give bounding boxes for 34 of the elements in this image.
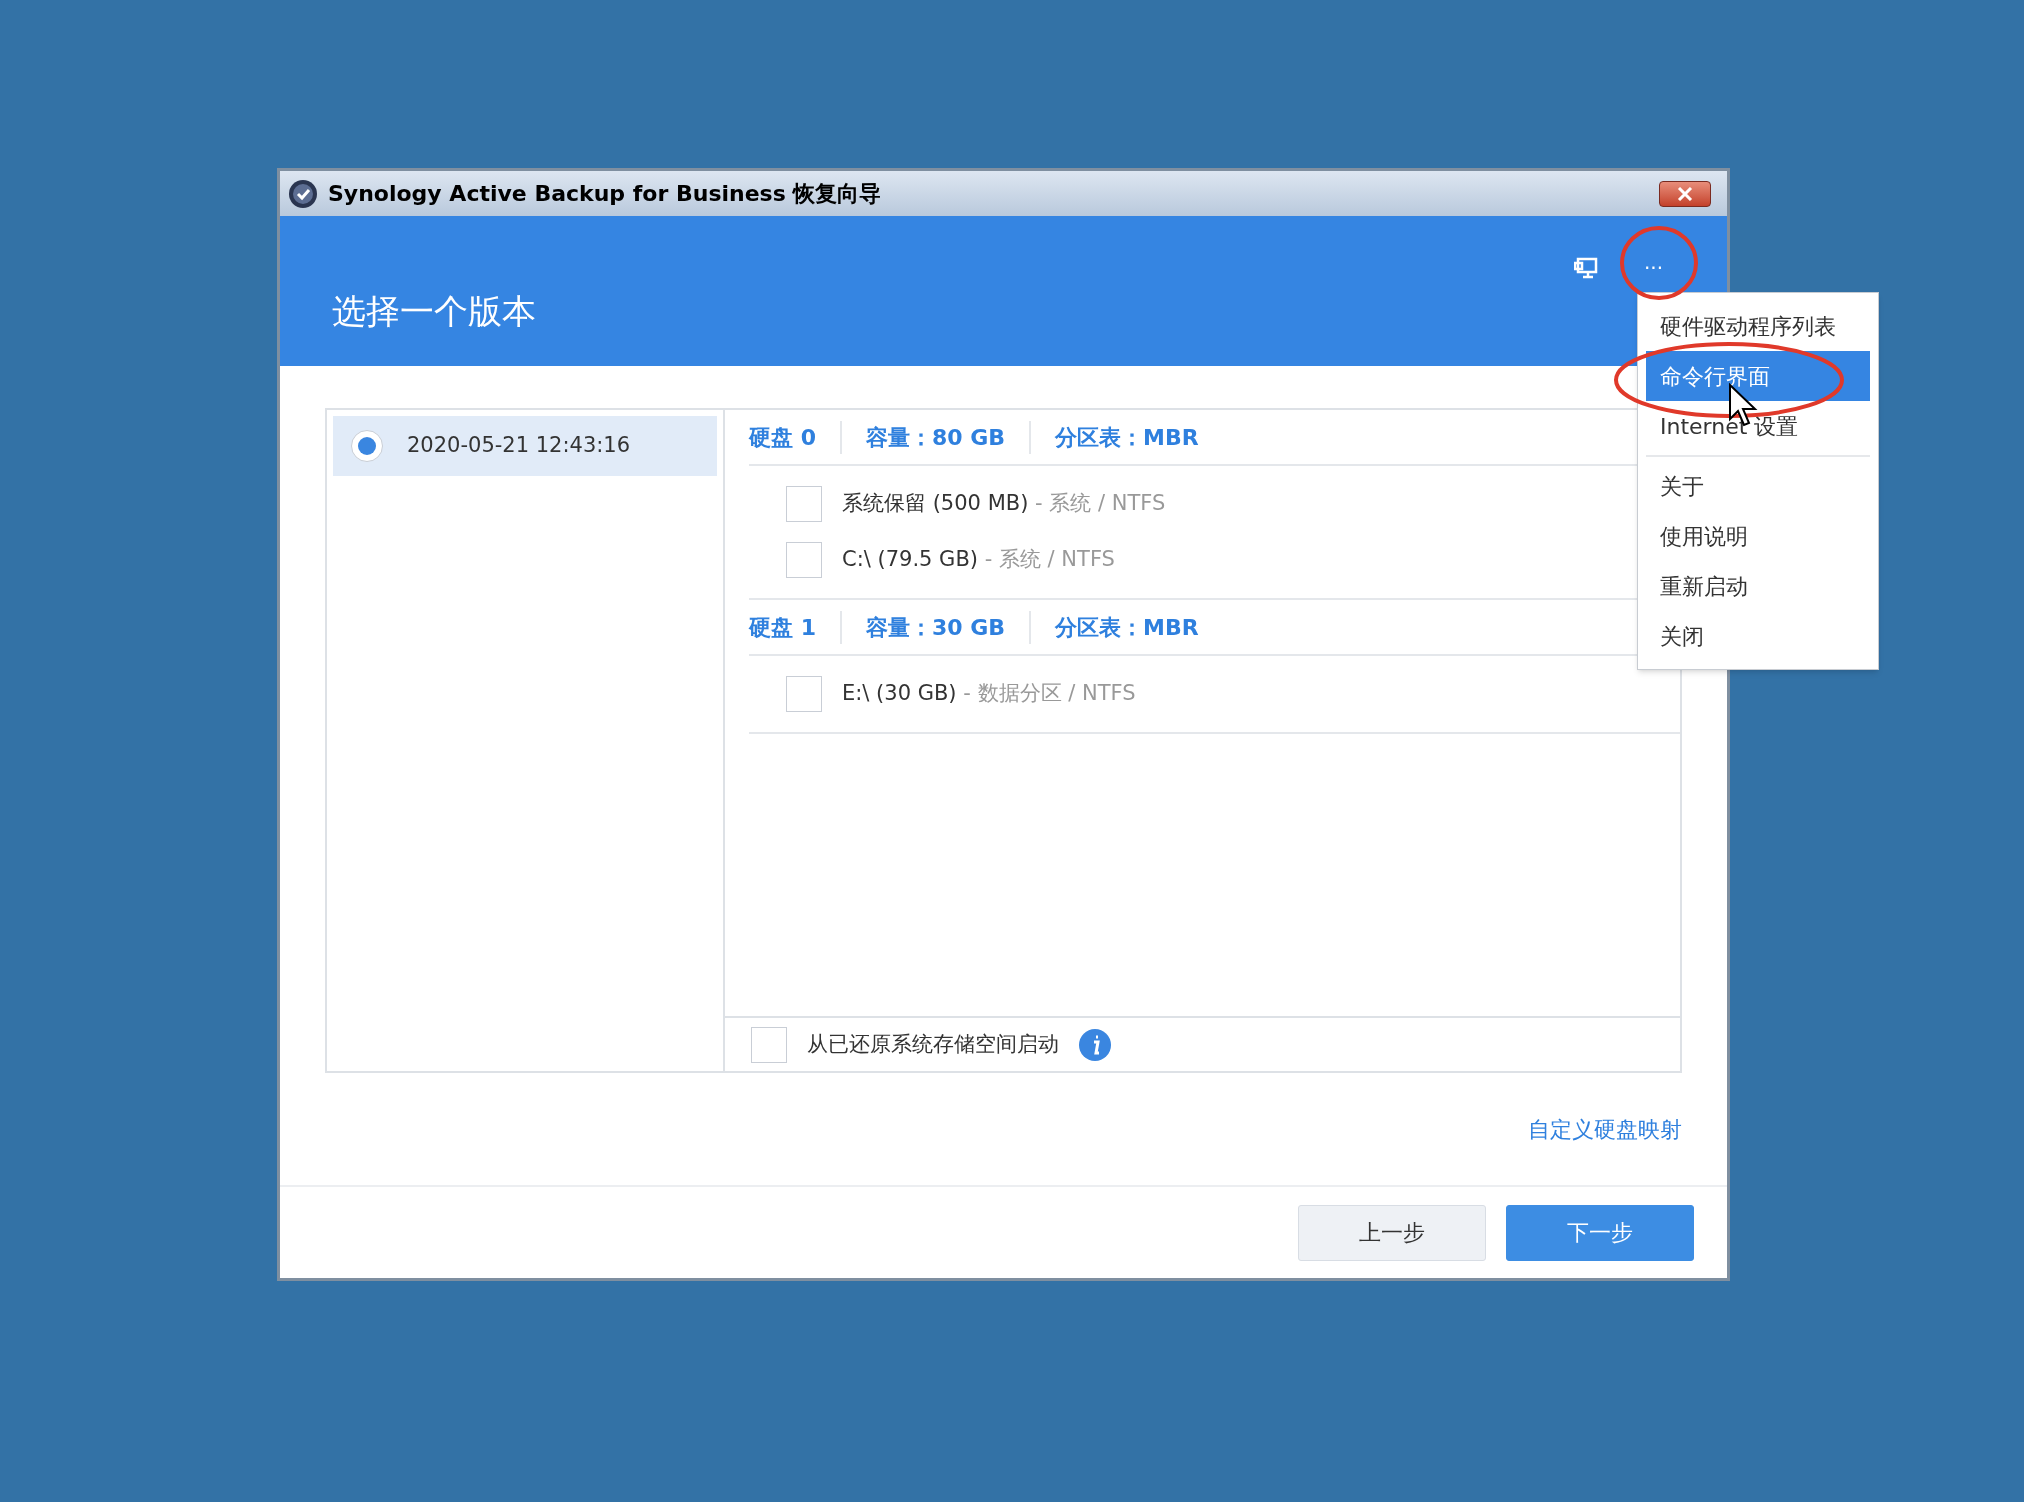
disk-capacity: 容量：80 GB — [841, 420, 1032, 454]
close-icon — [1677, 186, 1693, 201]
checkbox[interactable] — [786, 542, 822, 578]
close-button[interactable] — [1659, 180, 1711, 207]
menu-item[interactable]: Internet 设置 — [1646, 401, 1870, 451]
menu-item[interactable]: 命令行界面 — [1646, 351, 1870, 401]
partition-table: 分区表：MBR — [1031, 610, 1223, 644]
radio-button[interactable] — [351, 430, 383, 462]
checkbox[interactable] — [786, 486, 822, 522]
menu-item[interactable]: 关闭 — [1646, 611, 1870, 661]
menu-item[interactable]: 硬件驱动程序列表 — [1646, 301, 1870, 351]
menu-item[interactable]: 重新启动 — [1646, 561, 1870, 611]
partition-label: E:\ (30 GB) - 数据分区 / NTFS — [842, 680, 1136, 708]
partition-label: 系统保留 (500 MB) - 系统 / NTFS — [842, 490, 1166, 518]
menu-item[interactable]: 使用说明 — [1646, 511, 1870, 561]
version-date: 2020-05-21 12:43:16 — [407, 432, 631, 460]
page-title: 选择一个版本 — [332, 294, 537, 328]
partition-table: 分区表：MBR — [1031, 420, 1223, 454]
window-title: Synology Active Backup for Business 恢复向导 — [328, 180, 882, 208]
checkbox[interactable] — [786, 676, 822, 712]
wizard-button[interactable]: 上一步 — [1298, 1204, 1486, 1261]
info-icon[interactable] — [1079, 1028, 1111, 1061]
disk-capacity: 容量：30 GB — [841, 610, 1032, 644]
partition-label: C:\ (79.5 GB) - 系统 / NTFS — [842, 546, 1115, 574]
disk-name: 硬盘 0 — [749, 420, 842, 454]
menu-item[interactable]: 关于 — [1646, 461, 1870, 511]
checkbox[interactable] — [751, 1026, 787, 1063]
disk-mapping-link[interactable]: 自定义硬盘映射 — [1528, 1113, 1682, 1143]
monitor-icon — [1573, 257, 1598, 279]
disk-name: 硬盘 1 — [749, 610, 842, 644]
app-logo-icon — [288, 178, 318, 209]
version-item[interactable]: 2020-05-21 12:43:16 — [333, 416, 717, 476]
more-button[interactable]: ··· — [1639, 258, 1667, 278]
boot-option-label: 从已还原系统存储空间启动 — [807, 1030, 1059, 1058]
